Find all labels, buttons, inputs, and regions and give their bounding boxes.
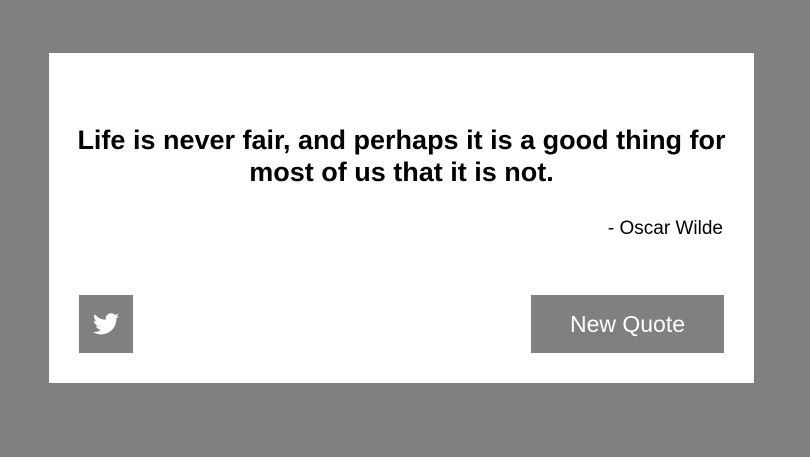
tweet-quote-button[interactable]: [79, 295, 133, 353]
twitter-icon: [93, 313, 119, 335]
new-quote-button[interactable]: New Quote: [531, 295, 724, 353]
page-background: Life is never fair, and perhaps it is a …: [0, 0, 810, 457]
quote-text: Life is never fair, and perhaps it is a …: [77, 125, 726, 187]
quote-author: - Oscar Wilde: [607, 218, 723, 239]
quote-card: Life is never fair, and perhaps it is a …: [49, 53, 754, 383]
